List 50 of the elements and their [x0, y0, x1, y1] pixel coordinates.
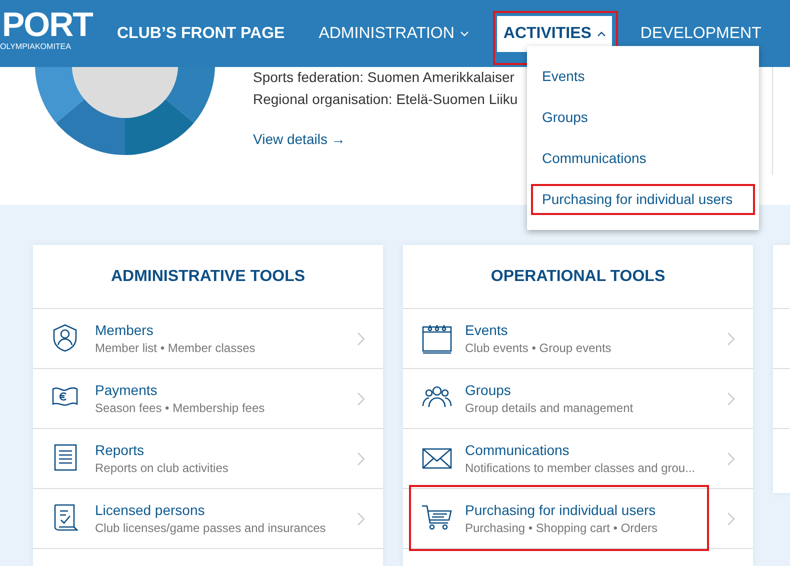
tool-title: Licensed persons: [95, 500, 206, 520]
caret-icon: [460, 30, 470, 36]
logo-wordmark: PORT: [2, 9, 92, 41]
menu-item[interactable]: Purchasing for individual users: [527, 189, 733, 210]
chevron-right-icon: [357, 452, 365, 466]
nav-tab[interactable]: ACTIVITIES: [497, 16, 612, 52]
tool-row[interactable]: Payments Season fees • Membership fees: [33, 369, 383, 429]
tool-subtitle: Club events • Group events: [465, 340, 612, 356]
chevron-right-icon: [727, 452, 735, 466]
tool-row[interactable]: Purchasing for individual users Purchasing • Shopping cart • Orders: [403, 489, 753, 549]
chevron-right-icon: [357, 512, 365, 526]
tool-subtitle: Group details and management: [465, 400, 634, 416]
chevron-right-icon: [357, 332, 365, 346]
tool-row[interactable]: Licensed persons Club licenses/game passes and insurances: [33, 489, 383, 549]
tool-title: Reports: [95, 440, 146, 460]
nav-tab[interactable]: ADMINISTRATION: [312, 16, 476, 52]
tool-row[interactable]: Groups Group details and management: [403, 369, 753, 429]
tool-row[interactable]: Events Club events • Group events: [403, 309, 753, 369]
chevron-right-icon: [727, 512, 735, 526]
tool-subtitle: Notifications to member classes and grou...: [465, 460, 696, 476]
caret-icon: [597, 30, 606, 36]
tool-subtitle: Member list • Member classes: [95, 340, 256, 356]
tool-title: Communications: [465, 440, 570, 460]
card-title: ADMINISTRATIVE TOOLS: [110, 266, 306, 286]
calendar-icon: [421, 322, 453, 354]
chevron-right-icon: [357, 392, 365, 406]
tool-row[interactable]: Reports Reports on club activities: [33, 429, 383, 489]
tool-title: Members: [95, 320, 154, 340]
tool-row[interactable]: Members Member list • Member classes: [33, 309, 383, 369]
menu-item[interactable]: Events: [527, 66, 585, 87]
nav-tab[interactable]: CLUB’S FRONT PAGE: [111, 16, 291, 52]
menu-item[interactable]: Groups: [527, 107, 588, 128]
tool-subtitle: Club licenses/game passes and insurances: [95, 520, 327, 536]
tool-title: Purchasing for individual users: [465, 500, 657, 520]
tool-title: Payments: [95, 380, 158, 400]
club-info-text: Sports federation: Suomen Amerikkalaiser: [253, 68, 516, 87]
tool-subtitle: Purchasing • Shopping cart • Orders: [465, 520, 658, 536]
chevron-right-icon: [727, 392, 735, 406]
logo-tagline: OLYMPIAKOMITEA: [0, 42, 71, 52]
tool-subtitle: Reports on club activities: [95, 460, 230, 476]
tool-subtitle: Season fees • Membership fees: [95, 400, 266, 416]
nav-tab[interactable]: DEVELOPMENT: [634, 16, 768, 52]
card-title: OPERATIONAL TOOLS: [490, 266, 666, 286]
tool-row[interactable]: Communications Notifications to member classes and grou...: [403, 429, 753, 489]
tool-title: Groups: [465, 380, 512, 400]
chevron-right-icon: [727, 332, 735, 346]
menu-item[interactable]: Communications: [527, 148, 646, 169]
club-info-text: Regional organisation: Etelä-Suomen Liiku: [253, 90, 519, 109]
view-details-link[interactable]: View details →: [253, 129, 346, 150]
tool-title: Events: [465, 320, 509, 340]
